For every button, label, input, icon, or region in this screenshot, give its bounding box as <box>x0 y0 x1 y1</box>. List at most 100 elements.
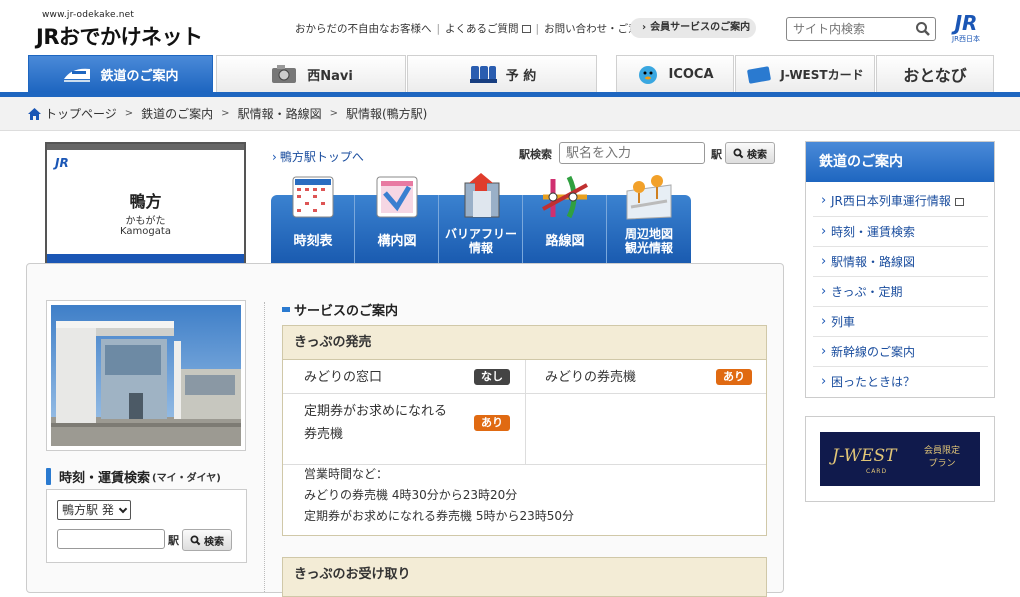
camera-icon <box>272 65 297 83</box>
station-name-romaji: Kamogata <box>120 226 171 237</box>
station-search-label: 駅検索 <box>519 148 552 161</box>
tab-label: 周辺地図 観光情報 <box>607 227 691 255</box>
train-seat-icon <box>469 66 497 83</box>
tab-label-line2: 情報 <box>468 241 493 255</box>
search-icon <box>733 148 744 158</box>
tab-label-line1: 周辺地図 <box>624 227 673 241</box>
midori-ticket-machine-link[interactable]: みどりの券売機 <box>545 366 636 389</box>
ticket-sales-title: きっぷの発売 <box>283 326 766 360</box>
site-header: www.jr-odekake.net JRおでかけネット おからだの不自由なお客… <box>0 0 1020 52</box>
sidebar-item-timetable-fare[interactable]: 時刻・運賃検索 <box>813 216 988 247</box>
site-search-input[interactable] <box>793 18 911 40</box>
jwest-card-banner[interactable]: J-WEST CARD 会員限定 プラン <box>805 416 995 502</box>
gnav-tab-label: ICOCA <box>668 66 714 82</box>
timetable-icon <box>292 176 334 218</box>
station-search-input[interactable] <box>559 142 705 164</box>
faq-link[interactable]: よくあるご質問 <box>445 21 519 36</box>
sidebar-item-tickets[interactable]: きっぷ・定期 <box>813 276 988 307</box>
station-top-link[interactable]: 鴨方駅トップへ <box>272 148 364 165</box>
jr-logo-sub: JR西日本 <box>952 35 980 43</box>
logo-text: JRおでかけネット <box>36 25 203 49</box>
sidebar-item-help[interactable]: 困ったときは？ <box>813 366 988 397</box>
destination-eki: 駅 <box>168 534 179 547</box>
sidebar-item-trains[interactable]: 列車 <box>813 306 988 337</box>
table-divider <box>525 360 526 464</box>
gnav-tab-jwest-card[interactable]: J-WESTカード <box>735 55 875 92</box>
tab-label: 構内図 <box>377 234 417 249</box>
search-icon[interactable] <box>915 21 931 37</box>
table-divider <box>283 393 766 394</box>
shinkansen-icon <box>64 68 91 82</box>
jr-west-logo[interactable]: JR JR西日本 <box>944 12 988 44</box>
gnav-tab-label: 西Navi <box>307 68 353 84</box>
member-service-button[interactable]: 会員サービスのご案内 <box>630 18 756 38</box>
sidebar-item-label: 時刻・運賃検索 <box>831 225 916 239</box>
station-building-image <box>51 305 241 446</box>
tab-floor-map[interactable]: 構内図 <box>355 176 439 263</box>
breadcrumb-top[interactable]: トップページ <box>45 105 117 122</box>
station-info-tabs: 時刻表 構内図 バリアフリー 情報 路線図 周辺地図 観光情報 <box>271 173 691 263</box>
icoca-mascot-icon <box>639 66 658 84</box>
divider: | <box>436 22 441 35</box>
sidebar-item-stations[interactable]: 駅情報・路線図 <box>813 246 988 277</box>
search-button-label: 検索 <box>747 149 767 161</box>
content-divider <box>264 302 265 592</box>
status-badge: あり <box>474 415 510 431</box>
timetable-search-button[interactable]: 検索 <box>182 529 232 551</box>
tab-label-line2: 観光情報 <box>624 241 673 255</box>
gnav-tab-nishinavi[interactable]: 西Navi <box>216 55 406 92</box>
services-heading-text: サービスのご案内 <box>294 304 399 319</box>
destination-input[interactable] <box>57 529 165 549</box>
jwest-logo: J-WEST <box>832 446 897 466</box>
commuter-pass-machine-label: 定期券がお求めになれる 券売機 <box>304 400 447 446</box>
sidebar-item-shinkansen[interactable]: 新幹線のご案内 <box>813 336 988 367</box>
ticket-pickup-title: きっぷのお受け取り <box>282 557 767 597</box>
chevron-right-icon: > <box>124 108 134 119</box>
logo-url-text: www.jr-odekake.net <box>42 10 135 20</box>
ticket-sales-table: きっぷの発売 みどりの窓口 なし みどりの券売機 あり 定期券がお求めになれる … <box>282 325 767 536</box>
floor-map-icon <box>376 176 418 218</box>
sidebar-item-operation-info[interactable]: JR西日本列車運行情報 <box>813 186 988 216</box>
station-search-button[interactable]: 検索 <box>725 142 775 164</box>
tab-label-line1: バリアフリー <box>444 227 517 241</box>
jwest-banner-image: J-WEST CARD 会員限定 プラン <box>820 432 980 486</box>
sidebar-item-label: 列車 <box>831 315 856 329</box>
station-search-eki: 駅 <box>711 148 722 161</box>
area-map-icon <box>626 175 672 220</box>
gnav-tab-icoca[interactable]: ICOCA <box>616 55 734 92</box>
gnav-tab-otonabi[interactable]: おとなび <box>876 55 994 92</box>
utility-links: おからだの不自由なお客様へ | よくあるご質問 | お問い合わせ・ご意見 <box>295 21 662 36</box>
site-logo[interactable]: www.jr-odekake.net JRおでかけネット <box>36 10 226 49</box>
departure-select-value: 鴨方駅 発 <box>62 503 114 517</box>
label-line2: 券売機 <box>304 427 344 442</box>
breadcrumb-current: 駅情報(鴨方駅) <box>345 107 428 121</box>
sidebar-item-label: きっぷ・定期 <box>831 285 903 299</box>
departure-select[interactable]: 鴨方駅 発 <box>57 500 131 520</box>
chevron-right-icon: > <box>329 108 338 119</box>
gnav-tab-railway[interactable]: 鉄道のご案内 <box>28 55 213 92</box>
search-icon <box>190 535 201 545</box>
credit-card-icon <box>747 66 772 84</box>
tab-timetable[interactable]: 時刻表 <box>271 176 355 263</box>
business-hours-line: 定期券がお求めになれる券売機 5時から23時50分 <box>304 509 574 523</box>
heading-accent-bar <box>46 467 51 485</box>
global-nav: 鉄道のご案内 西Navi 予 約 ICOCA J-WESTカード おとなび <box>0 55 1020 97</box>
tab-area-map[interactable]: 周辺地図 観光情報 <box>607 175 691 263</box>
sidebar-item-label: 新幹線のご案内 <box>831 345 916 359</box>
tab-route-map[interactable]: 路線図 <box>523 175 607 263</box>
accessibility-link[interactable]: おからだの不自由なお客様へ <box>295 21 432 36</box>
gnav-tab-label: 予 約 <box>505 68 537 84</box>
tab-label: バリアフリー 情報 <box>439 227 523 255</box>
label-line1: 定期券がお求めになれる <box>304 404 448 419</box>
sidebar-item-label: JR西日本列車運行情報 <box>831 194 951 208</box>
status-badge: なし <box>474 369 510 385</box>
timetable-search-title: 時刻・運賃検索 <box>59 470 151 486</box>
railway-sidebar-menu: 鉄道のご案内 JR西日本列車運行情報 時刻・運賃検索 駅情報・路線図 きっぷ・定… <box>805 141 995 398</box>
gnav-tab-reservation[interactable]: 予 約 <box>407 55 597 92</box>
breadcrumb-railway[interactable]: 鉄道のご案内 <box>141 105 213 122</box>
station-name: 鴨方 <box>129 192 162 211</box>
timetable-search-subtitle: (マイ・ダイヤ) <box>152 472 221 484</box>
gnav-tab-label: 鉄道のご案内 <box>100 68 179 84</box>
breadcrumb-stations[interactable]: 駅情報・路線図 <box>238 105 322 122</box>
tab-barrier-free[interactable]: バリアフリー 情報 <box>439 173 523 263</box>
